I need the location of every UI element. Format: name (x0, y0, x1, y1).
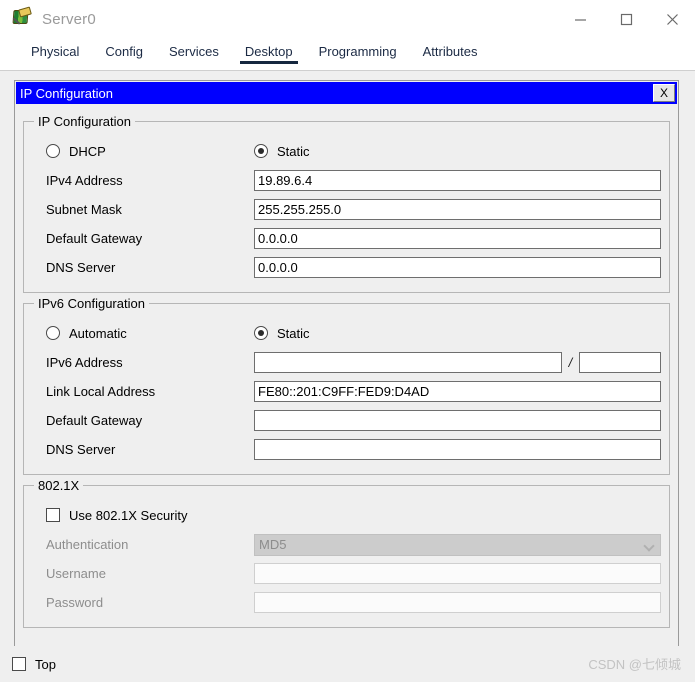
use-dot1x-security-label: Use 802.1X Security (69, 507, 188, 523)
radio-dhcp[interactable]: DHCP (32, 144, 254, 159)
subnet-mask-input[interactable] (254, 199, 661, 220)
ipv4-gateway-label: Default Gateway (46, 231, 143, 246)
radio-ipv6-automatic-label: Automatic (69, 325, 127, 341)
username-input[interactable] (254, 563, 661, 584)
ipv6-dns-input[interactable] (254, 439, 661, 460)
ipv4-address-label: IPv4 Address (46, 173, 123, 188)
ipv6-dns-row: DNS Server (32, 435, 661, 464)
use-dot1x-security-checkbox[interactable]: Use 802.1X Security (32, 500, 661, 530)
password-label: Password (46, 595, 104, 610)
radio-ipv6-static-label: Static (277, 325, 310, 341)
authentication-row: Authentication MD5 (32, 530, 661, 559)
ipv4-configuration-group: IP Configuration DHCP Static IPv4 Addres… (23, 114, 670, 293)
subnet-mask-row: Subnet Mask (32, 195, 661, 224)
radio-ipv6-automatic[interactable]: Automatic (32, 326, 254, 341)
radio-ipv4-static-indicator (254, 144, 268, 158)
subnet-mask-label: Subnet Mask (46, 202, 122, 217)
tab-physical[interactable]: Physical (18, 43, 92, 64)
authentication-selected-value: MD5 (259, 537, 287, 552)
chevron-down-icon (643, 539, 655, 552)
dot1x-group-label: 802.1X (34, 478, 84, 493)
username-row: Username (32, 559, 661, 588)
ipv6-address-row: IPv6 Address / (32, 348, 661, 377)
ipv4-address-row: IPv4 Address (32, 166, 661, 195)
server-package-icon (12, 6, 32, 29)
ipv4-gateway-row: Default Gateway (32, 224, 661, 253)
radio-ipv6-static[interactable]: Static (254, 326, 310, 341)
ipv4-gateway-input[interactable] (254, 228, 661, 249)
link-local-address-row: Link Local Address (32, 377, 661, 406)
use-dot1x-security-box (46, 508, 60, 522)
ipv4-dns-label: DNS Server (46, 260, 116, 275)
maximize-icon[interactable] (603, 0, 649, 38)
footer-bar: Top CSDN @七倾城 (0, 646, 695, 682)
window-titlebar: Server0 (0, 0, 695, 38)
radio-ipv6-automatic-indicator (46, 326, 60, 340)
tab-programming[interactable]: Programming (306, 43, 410, 64)
dialog-titlebar: IP Configuration X (16, 82, 677, 104)
dialog-title: IP Configuration (20, 85, 113, 101)
ipv4-dns-input[interactable] (254, 257, 661, 278)
link-local-address-label: Link Local Address (46, 384, 156, 399)
ipv6-prefix-input[interactable] (579, 352, 661, 373)
tab-attributes[interactable]: Attributes (410, 43, 491, 64)
ip-configuration-dialog: IP Configuration X IP Configuration DHCP… (14, 80, 679, 647)
dialog-close-button[interactable]: X (653, 84, 675, 102)
ipv6-gateway-label: Default Gateway (46, 413, 143, 428)
tab-desktop[interactable]: Desktop (232, 43, 306, 64)
ipv6-prefix-separator: / (568, 355, 573, 370)
ipv6-group-label: IPv6 Configuration (34, 296, 149, 311)
username-label: Username (46, 566, 106, 581)
tab-services[interactable]: Services (156, 43, 232, 64)
top-checkbox-label: Top (35, 656, 56, 672)
ipv6-mode-row: Automatic Static (32, 318, 661, 348)
window-title: Server0 (42, 10, 96, 28)
ipv4-address-input[interactable] (254, 170, 661, 191)
desktop-panel: IP Configuration X IP Configuration DHCP… (0, 70, 695, 682)
top-checkbox-box (12, 657, 26, 671)
password-row: Password (32, 588, 661, 617)
dot1x-group: 802.1X Use 802.1X Security Authenticatio… (23, 478, 670, 628)
link-local-address-input[interactable] (254, 381, 661, 402)
ipv6-address-label: IPv6 Address (46, 355, 123, 370)
ipv4-dns-row: DNS Server (32, 253, 661, 282)
watermark: CSDN @七倾城 (588, 657, 681, 672)
authentication-label: Authentication (46, 537, 129, 552)
radio-dhcp-indicator (46, 144, 60, 158)
password-input[interactable] (254, 592, 661, 613)
tab-bar: Physical Config Services Desktop Program… (0, 38, 695, 64)
radio-ipv4-static[interactable]: Static (254, 144, 310, 159)
minimize-icon[interactable] (557, 0, 603, 38)
ipv6-dns-label: DNS Server (46, 442, 116, 457)
window-controls (557, 0, 695, 38)
radio-ipv4-static-label: Static (277, 143, 310, 159)
close-icon[interactable] (649, 0, 695, 38)
ipv4-mode-row: DHCP Static (32, 136, 661, 166)
radio-dhcp-label: DHCP (69, 143, 106, 159)
ipv6-gateway-row: Default Gateway (32, 406, 661, 435)
ipv6-address-input[interactable] (254, 352, 562, 373)
dialog-body: IP Configuration DHCP Static IPv4 Addres… (15, 105, 678, 628)
ipv4-group-label: IP Configuration (34, 114, 135, 129)
top-checkbox[interactable]: Top (0, 657, 56, 672)
tab-config[interactable]: Config (92, 43, 156, 64)
ipv6-gateway-input[interactable] (254, 410, 661, 431)
ipv6-configuration-group: IPv6 Configuration Automatic Static IPv6… (23, 296, 670, 475)
authentication-select[interactable]: MD5 (254, 533, 661, 556)
radio-ipv6-static-indicator (254, 326, 268, 340)
